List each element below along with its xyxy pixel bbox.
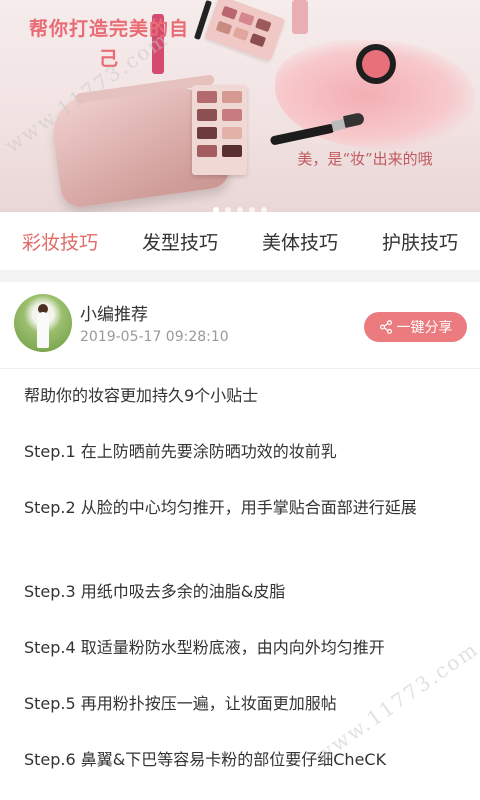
lipstick-tube-image (292, 0, 308, 34)
article-heading: 帮助你的妆容更加持久9个小贴士 (24, 386, 259, 405)
eyeshadow-palette-image (192, 85, 247, 175)
blush-compact-image (356, 44, 396, 84)
share-button-label: 一键分享 (396, 320, 453, 336)
banner-slogan: 美，是“妆”出来的哦 (297, 150, 433, 168)
banner-carousel[interactable]: 帮你打造完美的自己 美，是“妆”出来的哦 www.11773.com (0, 0, 480, 212)
article-step: Step.2 从脸的中心均匀推开，用手掌贴合面部进行延展 (24, 498, 417, 517)
article-step: Step.5 再用粉扑按压一遍，让妆面更加服帖 (24, 694, 337, 713)
author-header: 小编推荐 2019-05-17 09:28:10 一键分享 (0, 282, 480, 369)
article-step: Step.3 用纸巾吸去多余的油脂&皮脂 (24, 582, 286, 601)
category-tabs: 彩妆技巧 发型技巧 美体技巧 护肤技巧 (0, 212, 480, 270)
tab-makeup-tips[interactable]: 彩妆技巧 (22, 228, 98, 255)
section-divider (0, 270, 480, 282)
carousel-indicator (0, 198, 480, 212)
author-name: 小编推荐 (80, 305, 148, 325)
article-step: Step.1 在上防晒前先要涂防晒功效的妆前乳 (24, 442, 337, 461)
avatar[interactable] (14, 294, 72, 352)
article-step: Step.4 取适量粉防水型粉底液，由内向外均匀推开 (24, 638, 385, 657)
publish-time: 2019-05-17 09:28:10 (80, 329, 229, 345)
tab-hairstyle-tips[interactable]: 发型技巧 (142, 228, 218, 255)
tab-skincare-tips[interactable]: 护肤技巧 (382, 228, 458, 255)
eyeshadow-case-image (204, 0, 286, 62)
tab-body-tips[interactable]: 美体技巧 (262, 228, 338, 255)
share-button[interactable]: 一键分享 (364, 312, 467, 342)
share-icon (379, 320, 392, 334)
